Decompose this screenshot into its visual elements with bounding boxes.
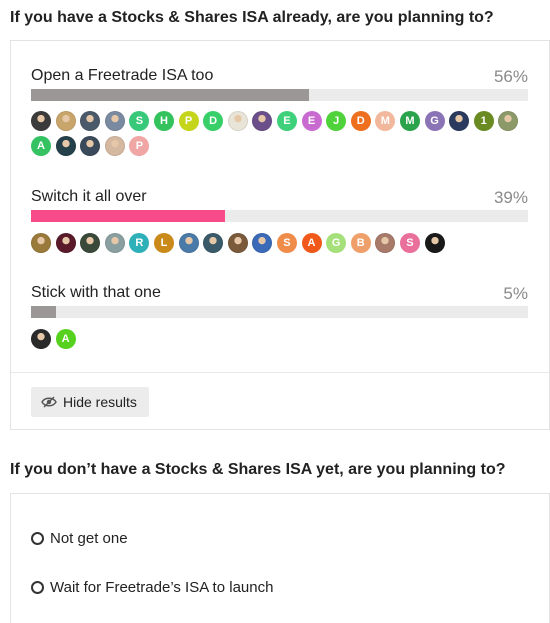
voter-avatar[interactable]: S bbox=[129, 111, 150, 131]
voter-avatar[interactable]: R bbox=[129, 233, 150, 253]
option-percentage: 56% bbox=[493, 67, 528, 86]
voter-avatar[interactable]: M bbox=[375, 111, 396, 131]
voter-avatar[interactable]: D bbox=[350, 111, 371, 131]
voter-avatar[interactable] bbox=[80, 111, 101, 131]
option-label: Open a Freetrade ISA too bbox=[31, 67, 214, 84]
voter-avatars: RLSAGBS bbox=[31, 233, 528, 258]
voter-avatar[interactable] bbox=[31, 233, 51, 253]
voter-avatar[interactable] bbox=[104, 111, 125, 131]
voter-avatar[interactable]: A bbox=[301, 233, 322, 253]
hide-results-label: Hide results bbox=[63, 394, 137, 410]
voter-avatar[interactable]: L bbox=[153, 233, 174, 253]
voter-avatar[interactable] bbox=[178, 233, 199, 253]
voter-avatar[interactable] bbox=[80, 136, 101, 156]
voter-avatar[interactable]: G bbox=[424, 111, 445, 131]
voter-avatar[interactable]: S bbox=[399, 233, 420, 253]
voter-avatar[interactable]: E bbox=[301, 111, 322, 131]
result-bar-fill bbox=[31, 210, 225, 222]
voter-avatar[interactable] bbox=[55, 111, 76, 131]
voter-avatar[interactable]: G bbox=[326, 233, 347, 253]
poll-question-title: If you don’t have a Stocks & Shares ISA … bbox=[10, 461, 506, 478]
eye-slash-icon bbox=[41, 396, 57, 408]
poll-option-wait-for-freetrade-isa[interactable]: Wait for Freetrade’s ISA to launch bbox=[31, 579, 273, 596]
voter-avatar[interactable]: E bbox=[276, 111, 297, 131]
option-label: Wait for Freetrade’s ISA to launch bbox=[50, 579, 274, 596]
poll-options-panel: Not get one Wait for Freetrade’s ISA to … bbox=[10, 493, 550, 623]
result-bar-track bbox=[31, 306, 528, 318]
voter-avatar[interactable] bbox=[31, 329, 51, 349]
option-percentage: 39% bbox=[493, 188, 528, 207]
hide-results-button[interactable]: Hide results bbox=[31, 387, 149, 417]
voter-avatar[interactable] bbox=[375, 233, 396, 253]
poll-question-title: If you have a Stocks & Shares ISA alread… bbox=[10, 9, 494, 26]
voter-avatar[interactable] bbox=[227, 111, 248, 131]
option-label: Not get one bbox=[50, 530, 128, 547]
voter-avatar[interactable]: H bbox=[153, 111, 174, 131]
voter-avatar[interactable]: D bbox=[203, 111, 224, 131]
voter-avatar[interactable] bbox=[104, 136, 125, 156]
radio-button[interactable] bbox=[31, 581, 44, 594]
option-percentage: 5% bbox=[503, 284, 528, 303]
voter-avatar[interactable] bbox=[104, 233, 125, 253]
result-bar-track bbox=[31, 89, 528, 101]
voter-avatar[interactable] bbox=[252, 233, 273, 253]
voter-avatar[interactable] bbox=[252, 111, 273, 131]
voter-avatar[interactable] bbox=[424, 233, 445, 253]
option-label: Switch it all over bbox=[31, 188, 147, 205]
voter-avatar[interactable]: P bbox=[129, 136, 150, 156]
option-label: Stick with that one bbox=[31, 284, 161, 301]
voter-avatar[interactable] bbox=[80, 233, 101, 253]
voter-avatars: SHPDEEJDMMG1AP bbox=[31, 111, 528, 161]
poll-results-list: Open a Freetrade ISA too 56% SHPDEEJDMMG… bbox=[11, 41, 549, 373]
poll-option-not-get-one[interactable]: Not get one bbox=[31, 530, 128, 547]
voter-avatar[interactable] bbox=[498, 111, 519, 131]
poll-results-panel: Open a Freetrade ISA too 56% SHPDEEJDMMG… bbox=[10, 40, 550, 430]
voter-avatar[interactable] bbox=[227, 233, 248, 253]
result-bar-track bbox=[31, 210, 528, 222]
result-bar-fill bbox=[31, 306, 56, 318]
voter-avatar[interactable] bbox=[203, 233, 224, 253]
voter-avatar[interactable]: B bbox=[350, 233, 371, 253]
voter-avatar[interactable]: J bbox=[326, 111, 347, 131]
result-bar-fill bbox=[31, 89, 310, 101]
radio-button[interactable] bbox=[31, 532, 44, 545]
voter-avatars: A bbox=[31, 329, 528, 354]
voter-avatar[interactable] bbox=[55, 136, 76, 156]
voter-avatar[interactable] bbox=[31, 111, 51, 131]
voter-avatar[interactable] bbox=[55, 233, 76, 253]
voter-avatar[interactable]: M bbox=[399, 111, 420, 131]
voter-avatar[interactable]: P bbox=[178, 111, 199, 131]
voter-avatar[interactable]: A bbox=[55, 329, 76, 349]
voter-avatar[interactable]: S bbox=[276, 233, 297, 253]
voter-avatar[interactable]: 1 bbox=[473, 111, 494, 131]
voter-avatar[interactable]: A bbox=[31, 136, 51, 156]
voter-avatar[interactable] bbox=[449, 111, 470, 131]
